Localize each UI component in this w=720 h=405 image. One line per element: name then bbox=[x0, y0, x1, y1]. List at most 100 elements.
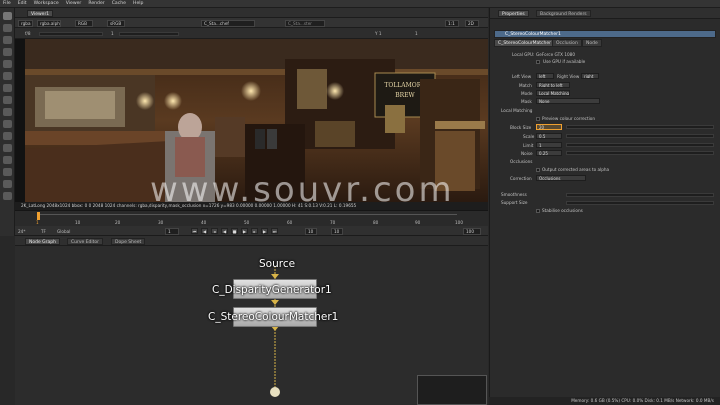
menu-help[interactable]: Help bbox=[133, 1, 143, 6]
gain-slider[interactable] bbox=[39, 32, 103, 36]
tab-stereo-colour-matcher[interactable]: C_StereoColourMatcher bbox=[494, 39, 556, 47]
gamma-slider[interactable] bbox=[119, 32, 179, 36]
transport-bar: 24* TF Global 1 ⏮ ◀ ◂ ◀ ■ ▶ ▸ ▶ ⏭ 10 10 … bbox=[15, 226, 488, 236]
mode-label: Mode bbox=[521, 91, 533, 96]
limit-slider[interactable] bbox=[566, 143, 714, 147]
tick-label: 10 bbox=[75, 220, 81, 225]
tab-stereo-colour-matcher-label: C_StereoColourMatcher bbox=[498, 41, 552, 46]
fps-field[interactable]: 24* bbox=[18, 229, 25, 234]
display-dropdown[interactable]: RGB bbox=[75, 19, 93, 27]
input-a-dropdown[interactable]: C_Sta...chef bbox=[201, 19, 255, 27]
scale-field[interactable]: 0.5 bbox=[536, 133, 562, 139]
views-tool-icon[interactable] bbox=[3, 132, 12, 140]
playhead[interactable] bbox=[37, 212, 40, 220]
properties-tab-bar: Properties Background Renders bbox=[489, 8, 720, 19]
metadata-tool-icon[interactable] bbox=[3, 144, 12, 152]
mode-dropdown[interactable]: Local Matching bbox=[536, 90, 570, 96]
tab-node[interactable]: Node bbox=[582, 39, 602, 47]
step-back-icon[interactable]: ◂ bbox=[211, 228, 218, 234]
tab-node-graph[interactable]: Node Graph bbox=[25, 238, 60, 245]
limit-field[interactable]: 1 bbox=[536, 142, 562, 148]
timecode-mode[interactable]: TF bbox=[41, 229, 46, 234]
node-graph-minimap[interactable] bbox=[417, 375, 487, 405]
mask-dropdown[interactable]: None bbox=[536, 98, 600, 104]
input-b-dropdown[interactable]: C_Sta...ster bbox=[285, 19, 325, 27]
step-forward-icon[interactable]: ▸ bbox=[251, 228, 258, 234]
tab-dope-sheet[interactable]: Dope Sheet bbox=[111, 238, 146, 245]
menu-edit[interactable]: Edit bbox=[18, 1, 27, 6]
time-tool-icon[interactable] bbox=[3, 36, 12, 44]
channels-dropdown[interactable]: rgba bbox=[18, 19, 33, 27]
tab-occlusion[interactable]: Occlusion bbox=[552, 39, 582, 47]
play-reverse-icon[interactable]: ◀ bbox=[221, 228, 228, 234]
menu-viewer[interactable]: Viewer bbox=[66, 1, 82, 6]
view-mode-dropdown[interactable]: 2D bbox=[465, 19, 479, 27]
transform-tool-icon[interactable] bbox=[3, 108, 12, 116]
step-field[interactable]: 10 bbox=[305, 227, 317, 235]
correction-label: Correction bbox=[510, 176, 532, 181]
frame-field[interactable]: 1 bbox=[165, 227, 179, 235]
end-frame-field[interactable]: 100 bbox=[463, 227, 481, 235]
block-size-field[interactable]: 20 bbox=[536, 124, 562, 130]
image-tool-icon[interactable] bbox=[3, 12, 12, 20]
preview-checkbox[interactable] bbox=[536, 117, 540, 121]
viewer-info-bar: 2K_LatLong 2048x1024 bbox: 0 0 2048 1024… bbox=[15, 202, 488, 210]
lut-dropdown[interactable]: Global bbox=[57, 229, 70, 234]
tab-curve-editor[interactable]: Curve Editor bbox=[67, 238, 104, 245]
menu-render[interactable]: Render bbox=[88, 1, 104, 6]
layer-dropdown[interactable]: rgba.alpha bbox=[37, 19, 61, 27]
channel-tool-icon[interactable] bbox=[3, 48, 12, 56]
merge-tool-icon[interactable] bbox=[3, 96, 12, 104]
scale-slider[interactable] bbox=[566, 134, 714, 138]
right-view-dropdown[interactable]: right bbox=[581, 73, 599, 79]
next-key-icon[interactable]: ▶ bbox=[261, 228, 268, 234]
smoothness-slider[interactable] bbox=[566, 193, 714, 197]
prev-key-icon[interactable]: ◀ bbox=[201, 228, 208, 234]
block-size-slider[interactable] bbox=[566, 125, 714, 129]
zoom-dropdown[interactable]: 1:1 bbox=[445, 19, 459, 27]
tab-viewer1[interactable]: Viewer1 bbox=[27, 10, 54, 17]
disparity-generator-label: C_DisparityGenerator1 bbox=[212, 284, 332, 296]
timeline[interactable]: 1 10 20 30 40 50 60 70 80 90 100 bbox=[15, 210, 488, 226]
stop-icon[interactable]: ■ bbox=[231, 228, 238, 234]
last-frame-icon[interactable]: ⏭ bbox=[271, 228, 278, 234]
plugins-tool-icon[interactable] bbox=[3, 192, 12, 200]
tab-curve-editor-label: Curve Editor bbox=[71, 240, 100, 245]
other-tool-icon[interactable] bbox=[3, 180, 12, 188]
filter-tool-icon[interactable] bbox=[3, 72, 12, 80]
match-dropdown[interactable]: Right to left bbox=[536, 82, 570, 88]
step-field-2[interactable]: 10 bbox=[331, 227, 343, 235]
menu-cache[interactable]: Cache bbox=[112, 1, 126, 6]
color-tool-icon[interactable] bbox=[3, 60, 12, 68]
keyer-tool-icon[interactable] bbox=[3, 84, 12, 92]
menu-file[interactable]: File bbox=[3, 1, 11, 6]
first-frame-icon[interactable]: ⏮ bbox=[191, 228, 198, 234]
draw-tool-icon[interactable] bbox=[3, 24, 12, 32]
tab-properties[interactable]: Properties bbox=[498, 10, 529, 17]
play-icon[interactable]: ▶ bbox=[241, 228, 248, 234]
tab-viewer1-label: Viewer1 bbox=[31, 12, 50, 17]
use-gpu-checkbox[interactable] bbox=[536, 60, 540, 64]
tab-node-label: Node bbox=[586, 41, 598, 46]
left-view-dropdown[interactable]: left bbox=[536, 73, 554, 79]
use-gpu-label: Use GPU if available bbox=[543, 59, 586, 64]
3d-tool-icon[interactable] bbox=[3, 120, 12, 128]
node-graph-canvas[interactable]: Source C_DisparityGenerator1 C_StereoCol… bbox=[15, 246, 488, 405]
output-occ-checkbox[interactable] bbox=[536, 168, 540, 172]
particles-tool-icon[interactable] bbox=[3, 156, 12, 164]
noise-slider[interactable] bbox=[566, 151, 714, 155]
correction-dropdown[interactable]: Occlusions bbox=[536, 175, 586, 181]
y-position: Y 1 bbox=[375, 31, 382, 36]
tab-background-renders-label: Background Renders bbox=[540, 12, 587, 17]
tab-properties-label: Properties bbox=[502, 12, 525, 17]
colorspace-dropdown[interactable]: sRGB bbox=[107, 19, 125, 27]
support-size-slider[interactable] bbox=[566, 201, 714, 205]
tab-background-renders[interactable]: Background Renders bbox=[536, 10, 591, 17]
node-title-bar[interactable]: C_StereoColourMatcher1 bbox=[494, 30, 716, 38]
menu-workspace[interactable]: Workspace bbox=[34, 1, 59, 6]
stabilise-checkbox[interactable] bbox=[536, 209, 540, 213]
viewer-node-icon[interactable] bbox=[270, 387, 280, 397]
noise-field[interactable]: 0.25 bbox=[536, 150, 562, 156]
mask-label: Mask bbox=[521, 99, 532, 104]
toolsets-tool-icon[interactable] bbox=[3, 168, 12, 176]
